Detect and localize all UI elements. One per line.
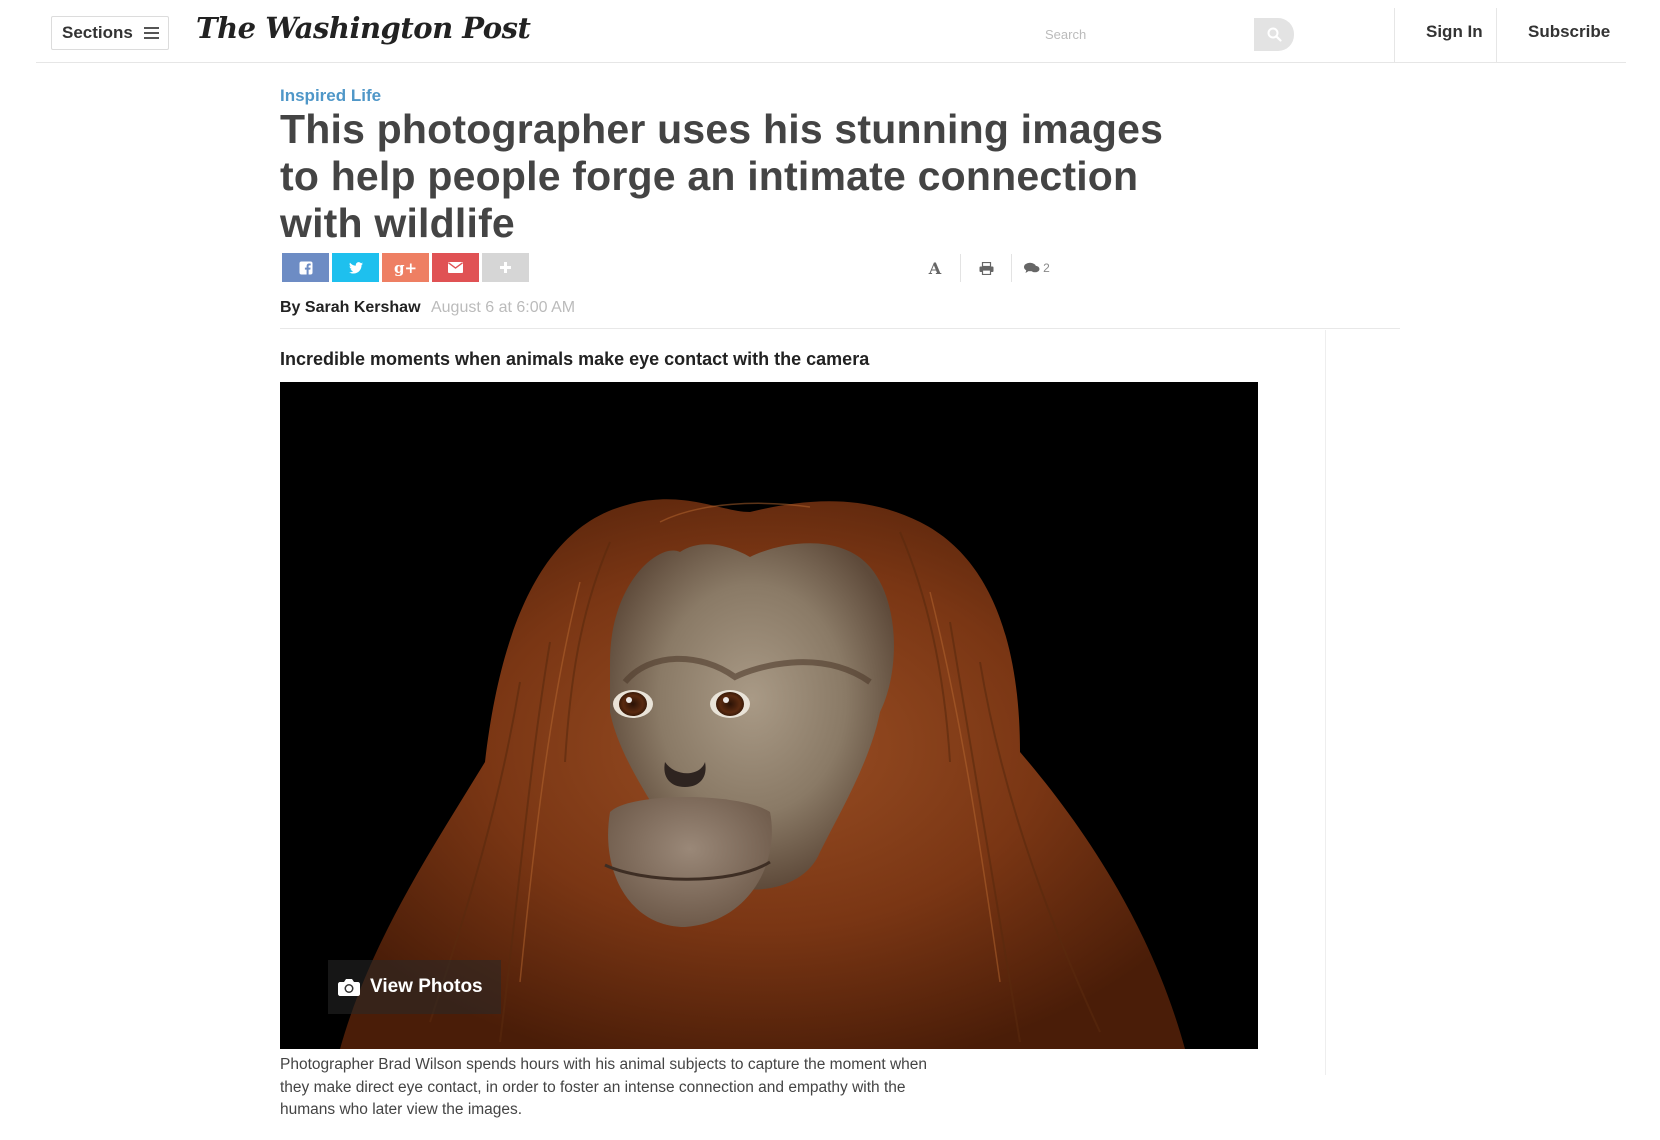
google-plus-icon: g+ — [393, 258, 418, 277]
email-icon — [448, 262, 463, 273]
share-googleplus-button[interactable]: g+ — [382, 253, 429, 282]
comments-button[interactable]: 2 — [1011, 254, 1062, 282]
font-size-icon: A — [928, 258, 942, 278]
author-name[interactable]: Sarah Kershaw — [305, 299, 421, 316]
share-email-button[interactable] — [432, 253, 479, 282]
search-icon — [1267, 27, 1282, 42]
article-tools: A 2 — [910, 254, 1062, 282]
sign-in-link[interactable]: Sign In — [1426, 22, 1483, 42]
rail-divider — [1325, 330, 1326, 1075]
print-button[interactable] — [960, 254, 1011, 282]
photo-caption: Photographer Brad Wilson spends hours wi… — [280, 1056, 928, 1118]
lead-photo[interactable]: View Photos — [280, 382, 1258, 1049]
search-button[interactable] — [1254, 18, 1294, 51]
hamburger-menu-icon — [143, 26, 159, 40]
article-headline: This photographer uses his stunning imag… — [280, 106, 1164, 246]
gallery-title: Incredible moments when animals make eye… — [280, 349, 870, 369]
sections-label: Sections — [62, 23, 133, 42]
font-size-button[interactable]: A — [910, 254, 960, 282]
site-logo[interactable]: The Washington Post — [196, 11, 531, 45]
top-nav-bar: Sections The Washington Post Sign In Sub… — [36, 0, 1626, 63]
comment-icon — [1024, 262, 1040, 273]
nav-divider — [1394, 8, 1395, 62]
subscribe-link[interactable]: Subscribe — [1528, 22, 1610, 42]
sections-button[interactable]: Sections — [51, 16, 169, 50]
print-icon — [979, 261, 993, 275]
byline-prefix: By — [280, 299, 301, 316]
section-kicker[interactable]: Inspired Life — [280, 86, 381, 106]
facebook-icon — [299, 261, 312, 275]
orangutan-photo — [280, 382, 1258, 1049]
view-photos-button[interactable]: View Photos — [328, 960, 501, 1014]
share-more-button[interactable] — [482, 253, 529, 282]
share-facebook-button[interactable] — [282, 253, 329, 282]
search-input[interactable] — [1041, 18, 1254, 51]
plus-icon — [500, 262, 511, 273]
share-bar: g+ — [282, 253, 529, 282]
publish-date: August 6 at 6:00 AM — [430, 299, 576, 316]
comment-count: 2 — [1043, 261, 1050, 275]
camera-icon — [338, 979, 360, 996]
byline: By Sarah Kershaw August 6 at 6:00 AM — [280, 299, 575, 317]
nav-divider — [1496, 8, 1497, 62]
twitter-icon — [348, 261, 363, 274]
view-photos-label: View Photos — [370, 976, 483, 997]
search-box — [1041, 18, 1297, 51]
share-twitter-button[interactable] — [332, 253, 379, 282]
header-divider — [280, 328, 1400, 329]
